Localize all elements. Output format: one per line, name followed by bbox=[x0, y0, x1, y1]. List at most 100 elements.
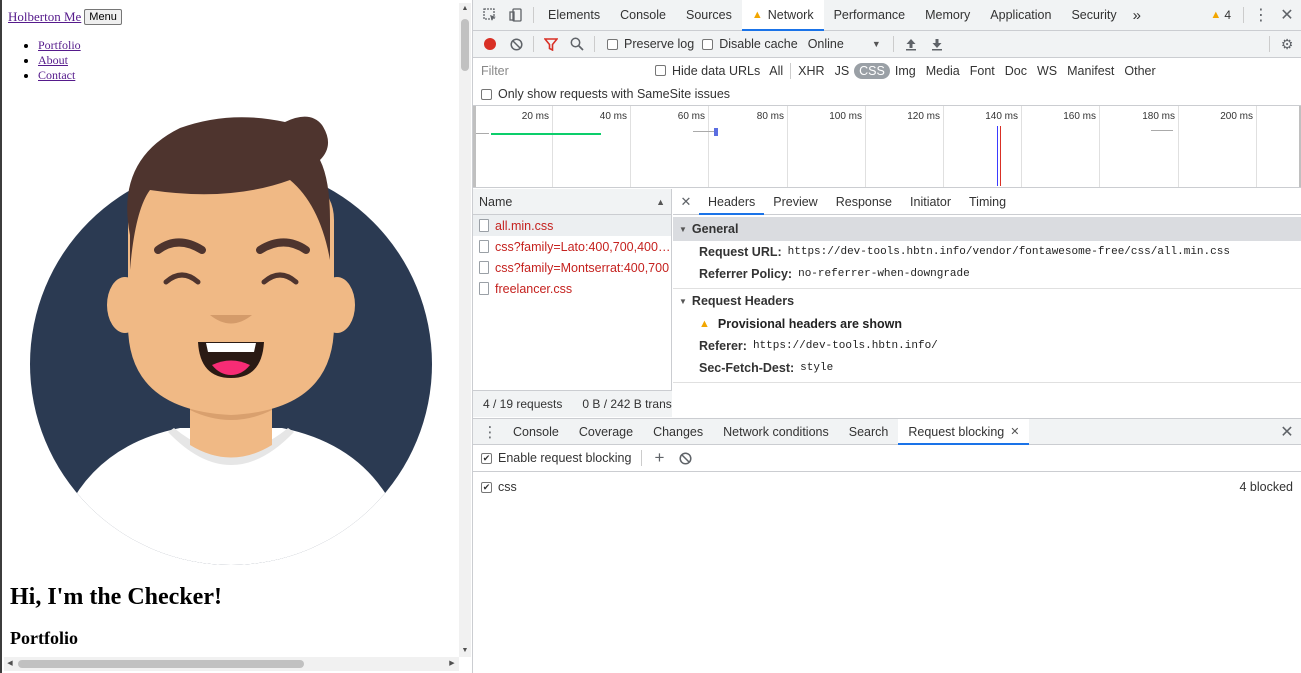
tab-network-label: Network bbox=[767, 8, 814, 22]
samesite-checkbox[interactable]: Only show requests with SameSite issues bbox=[481, 87, 730, 101]
preserve-log-checkbox[interactable]: Preserve log bbox=[607, 37, 694, 51]
request-headers-section-header[interactable]: ▼ Request Headers bbox=[673, 289, 1301, 313]
vertical-scroll-thumb[interactable] bbox=[461, 19, 469, 71]
brand-link[interactable]: Holberton Me bbox=[8, 9, 81, 25]
page-vertical-scrollbar[interactable]: ▲ ▼ bbox=[459, 3, 471, 657]
request-row[interactable]: all.min.css bbox=[473, 215, 671, 236]
record-button[interactable] bbox=[477, 31, 503, 57]
blocked-pattern-row[interactable]: ✔ css 4 blocked bbox=[473, 476, 1301, 498]
request-headers-title: Request Headers bbox=[691, 294, 795, 308]
scroll-down-icon[interactable]: ▼ bbox=[461, 647, 469, 655]
device-toolbar-icon[interactable] bbox=[503, 2, 529, 28]
tab-performance[interactable]: Performance bbox=[824, 0, 916, 30]
close-details-icon[interactable]: ✕ bbox=[673, 189, 699, 215]
referer-value: https://dev-tools.hbtn.info/ bbox=[752, 340, 938, 352]
timeline-tick-label: 160 ms bbox=[1063, 111, 1096, 122]
scroll-left-icon[interactable]: ◀ bbox=[6, 660, 14, 668]
tab-security[interactable]: Security bbox=[1061, 0, 1126, 30]
tab-initiator[interactable]: Initiator bbox=[901, 189, 960, 214]
tab-console[interactable]: Console bbox=[610, 0, 676, 30]
nav-link-portfolio[interactable]: Portfolio bbox=[38, 38, 81, 52]
hide-data-urls-checkbox[interactable]: Hide data URLs bbox=[655, 64, 760, 78]
timeline-bar bbox=[491, 133, 601, 135]
tab-preview[interactable]: Preview bbox=[764, 189, 826, 214]
pattern-enabled-checkbox[interactable]: ✔ css bbox=[481, 480, 517, 494]
filter-type-other[interactable]: Other bbox=[1119, 63, 1160, 79]
filter-type-ws[interactable]: WS bbox=[1032, 63, 1062, 79]
gear-icon[interactable]: ⚙ bbox=[1274, 31, 1300, 57]
horizontal-scroll-thumb[interactable] bbox=[18, 660, 304, 668]
import-har-icon[interactable] bbox=[898, 31, 924, 57]
dom-content-loaded-marker bbox=[997, 126, 998, 186]
close-devtools-icon[interactable]: ✕ bbox=[1274, 2, 1300, 28]
tab-application[interactable]: Application bbox=[980, 0, 1061, 30]
kebab-menu-icon[interactable]: ⋮ bbox=[1248, 2, 1274, 28]
drawer-tab-network-conditions[interactable]: Network conditions bbox=[713, 419, 839, 444]
filter-type-js[interactable]: JS bbox=[830, 63, 855, 79]
page-horizontal-scrollbar[interactable]: ◀ ▶ bbox=[4, 657, 459, 671]
request-row[interactable]: css?family=Montserrat:400,700 bbox=[473, 257, 671, 278]
drawer-tab-console[interactable]: Console bbox=[503, 419, 569, 444]
close-drawer-icon[interactable]: ✕ bbox=[1274, 419, 1300, 445]
scroll-right-icon[interactable]: ▶ bbox=[448, 660, 456, 668]
enable-request-blocking-checkbox[interactable]: ✔ Enable request blocking bbox=[481, 451, 631, 465]
tab-headers[interactable]: Headers bbox=[699, 189, 765, 215]
filter-input[interactable] bbox=[477, 61, 641, 80]
filter-type-doc[interactable]: Doc bbox=[1000, 63, 1032, 79]
filter-type-css[interactable]: CSS bbox=[854, 62, 890, 79]
tab-timing[interactable]: Timing bbox=[960, 189, 1015, 214]
drawer-tab-search[interactable]: Search bbox=[839, 419, 899, 444]
file-icon bbox=[479, 261, 489, 274]
overview-resize-handle[interactable] bbox=[473, 106, 476, 187]
timeline-tick-label: 120 ms bbox=[907, 111, 940, 122]
inspect-element-icon[interactable] bbox=[477, 2, 503, 28]
warnings-counter[interactable]: ▲ 4 bbox=[1210, 8, 1231, 22]
filter-type-all[interactable]: All bbox=[764, 63, 788, 79]
drawer-menu-icon[interactable]: ⋮ bbox=[477, 419, 503, 445]
menu-button[interactable]: Menu bbox=[84, 9, 122, 25]
name-column-header[interactable]: Name ▲ bbox=[473, 189, 671, 215]
filter-type-xhr[interactable]: XHR bbox=[793, 63, 829, 79]
filter-type-img[interactable]: Img bbox=[890, 63, 921, 79]
nav-link-about[interactable]: About bbox=[38, 53, 68, 67]
checkbox-box bbox=[655, 65, 666, 76]
tab-memory[interactable]: Memory bbox=[915, 0, 980, 30]
transferred-size: 0 B / 242 B transferred bbox=[582, 397, 672, 411]
request-row[interactable]: css?family=Lato:400,700,400italic,700ita… bbox=[473, 236, 671, 257]
drawer-tab-coverage[interactable]: Coverage bbox=[569, 419, 643, 444]
tab-sources[interactable]: Sources bbox=[676, 0, 742, 30]
add-pattern-icon[interactable]: + bbox=[646, 445, 672, 471]
nav-item: About bbox=[38, 53, 122, 68]
scroll-up-icon[interactable]: ▲ bbox=[461, 5, 469, 13]
general-title: General bbox=[691, 222, 739, 236]
referer-label: Referer: bbox=[699, 339, 747, 353]
file-icon bbox=[479, 219, 489, 232]
drawer-tab-changes[interactable]: Changes bbox=[643, 419, 713, 444]
tab-elements[interactable]: Elements bbox=[538, 0, 610, 30]
close-tab-icon[interactable]: ✕ bbox=[1010, 425, 1019, 438]
divider bbox=[673, 382, 1301, 383]
tab-response[interactable]: Response bbox=[827, 189, 901, 214]
request-row[interactable]: freelancer.css bbox=[473, 278, 671, 299]
tab-network[interactable]: ▲ Network bbox=[741, 0, 824, 31]
search-icon[interactable] bbox=[564, 31, 590, 57]
samesite-label: Only show requests with SameSite issues bbox=[498, 87, 731, 101]
filter-icon[interactable] bbox=[538, 31, 564, 57]
filter-type-manifest[interactable]: Manifest bbox=[1062, 63, 1119, 79]
remove-all-patterns-icon[interactable] bbox=[672, 445, 698, 471]
clear-icon[interactable] bbox=[503, 31, 529, 57]
drawer-tab-request-blocking[interactable]: Request blocking ✕ bbox=[898, 419, 1030, 445]
timeline-tick bbox=[1256, 106, 1257, 187]
filter-type-media[interactable]: Media bbox=[921, 63, 965, 79]
disable-cache-checkbox[interactable]: Disable cache bbox=[702, 37, 798, 51]
nav-link-contact[interactable]: Contact bbox=[38, 68, 75, 82]
general-section-header[interactable]: ▼ General bbox=[673, 217, 1301, 241]
disable-cache-label: Disable cache bbox=[719, 37, 798, 51]
timeline-tick-label: 80 ms bbox=[756, 111, 784, 122]
export-har-icon[interactable] bbox=[924, 31, 950, 57]
more-tabs-button[interactable]: » bbox=[1127, 0, 1147, 30]
throttling-select[interactable]: Online ▼ bbox=[808, 37, 881, 51]
filter-type-font[interactable]: Font bbox=[965, 63, 1000, 79]
network-overview-timeline[interactable]: 20 ms 40 ms 60 ms 80 ms 100 ms 120 ms 140 ms 16… bbox=[473, 106, 1301, 188]
drawer-tabbar: ⋮ Console Coverage Changes Network condi… bbox=[473, 418, 1301, 445]
